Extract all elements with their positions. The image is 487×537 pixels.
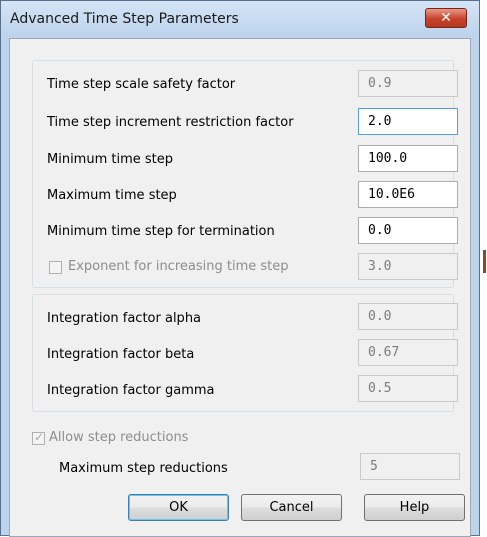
allow-step-reductions-label: Allow step reductions (49, 430, 189, 445)
checkmark-icon: ✓ (34, 430, 45, 444)
gamma-label: Integration factor gamma (47, 383, 215, 398)
ok-button[interactable]: OK (128, 494, 229, 521)
gamma-field: 0.5 (358, 375, 458, 402)
background-window-edge (483, 250, 486, 273)
maximum-time-step-field[interactable]: 10.0E6 (358, 181, 458, 208)
exponent-label: Exponent for increasing time step (68, 259, 289, 274)
close-button[interactable]: ✕ (425, 8, 467, 28)
close-icon: ✕ (440, 10, 452, 26)
exponent-checkbox[interactable] (49, 261, 62, 274)
beta-label: Integration factor beta (47, 347, 195, 362)
scale-safety-factor-label: Time step scale safety factor (47, 77, 236, 92)
alpha-label: Integration factor alpha (47, 311, 202, 326)
cancel-button[interactable]: Cancel (241, 494, 342, 521)
maximum-step-reductions-field: 5 (360, 453, 460, 480)
minimum-time-step-label: Minimum time step (47, 152, 174, 167)
increment-restriction-field[interactable]: 2.0 (358, 108, 458, 135)
dialog-title: Advanced Time Step Parameters (10, 11, 239, 27)
scale-safety-factor-field: 0.9 (358, 70, 458, 97)
increment-restriction-label: Time step increment restriction factor (47, 115, 294, 130)
exponent-field: 3.0 (358, 253, 458, 280)
dialog-window: Advanced Time Step Parameters ✕ Time ste… (0, 0, 480, 537)
termination-time-step-label: Minimum time step for termination (47, 224, 275, 239)
minimum-time-step-field[interactable]: 100.0 (358, 145, 458, 172)
title-bar[interactable]: Advanced Time Step Parameters ✕ (1, 1, 479, 37)
help-button[interactable]: Help (364, 494, 465, 521)
allow-step-reductions-checkbox[interactable]: ✓ (32, 430, 45, 445)
beta-field: 0.67 (358, 339, 458, 366)
maximum-time-step-label: Maximum time step (47, 188, 177, 203)
termination-time-step-field[interactable]: 0.0 (358, 217, 458, 244)
alpha-field: 0.0 (358, 303, 458, 330)
maximum-step-reductions-label: Maximum step reductions (59, 461, 228, 476)
dialog-body: Time step scale safety factor 0.9 Time s… (9, 38, 471, 537)
